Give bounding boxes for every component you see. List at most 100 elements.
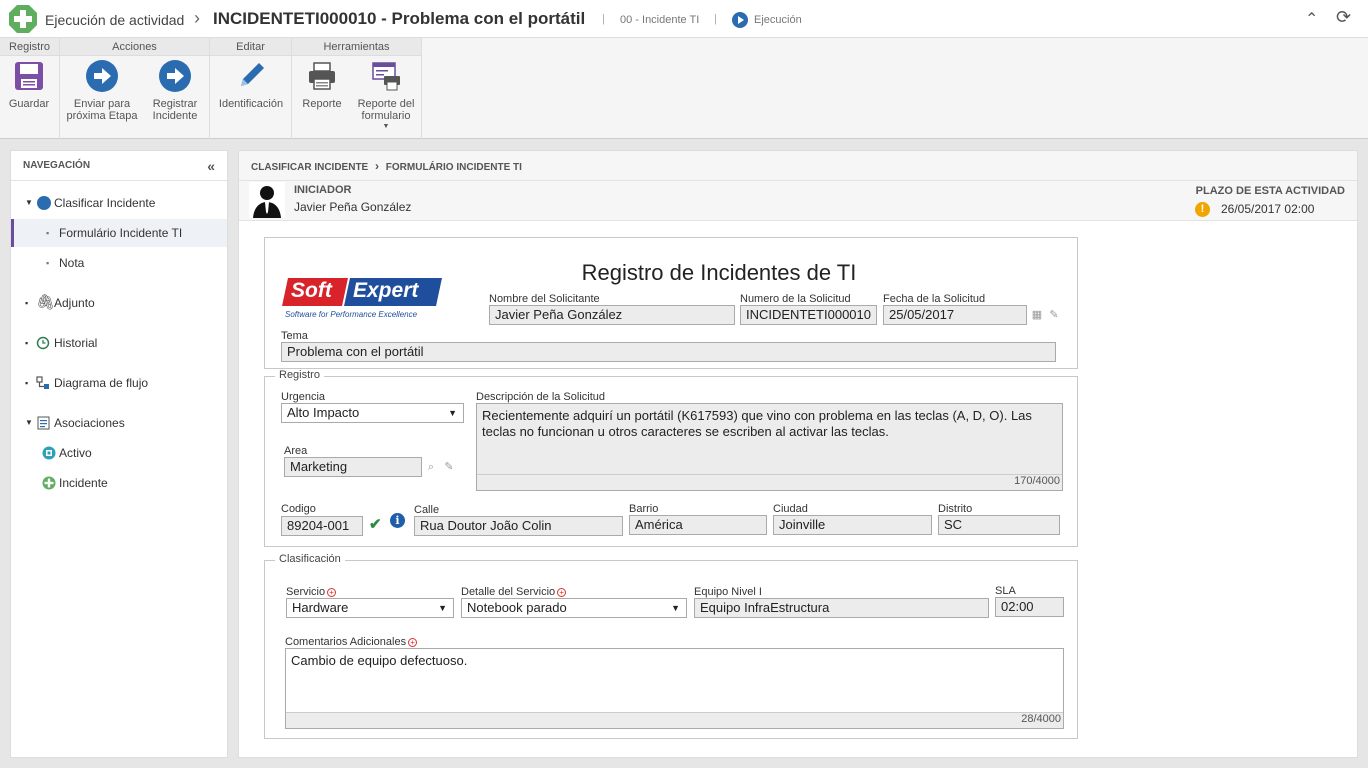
nav-item-label: Incidente xyxy=(59,476,108,490)
char-counter-bar xyxy=(286,712,1063,728)
nav-item-incident[interactable]: Incidente xyxy=(11,469,227,497)
register-incident-button[interactable]: Registrar Incidente xyxy=(142,60,208,122)
play-circle-icon xyxy=(37,196,51,210)
detail-value: Notebook parado xyxy=(467,600,567,615)
date-field[interactable]: 25/05/2017 xyxy=(883,305,1027,325)
subject-label: Tema xyxy=(281,330,308,342)
status-text: Ejecución xyxy=(754,14,802,26)
report-button[interactable]: Reporte xyxy=(294,60,350,110)
pencil-icon xyxy=(241,63,264,86)
team-field[interactable]: Equipo InfraEstructura xyxy=(694,598,989,618)
dropdown-caret-icon[interactable]: ▼ xyxy=(352,122,420,132)
urgency-select[interactable]: Alto Impacto ▼ xyxy=(281,403,464,423)
breadcrumb-step[interactable]: CLASIFICAR INCIDENTE xyxy=(251,162,368,173)
caret-down-icon[interactable]: ▼ xyxy=(25,189,33,217)
description-text: Recientemente adquirí un portátil (K6175… xyxy=(482,408,1032,439)
breadcrumb: CLASIFICAR INCIDENTE › FORMULÁRIO INCIDE… xyxy=(239,151,1357,181)
logo-soft-text: Soft xyxy=(291,279,332,302)
nav-item-asset[interactable]: Activo xyxy=(11,439,227,467)
send-label-line1: Enviar para xyxy=(73,98,131,110)
requester-label: Nombre del Solicitante xyxy=(489,293,600,305)
form-report-label-line2: formulario xyxy=(361,110,411,122)
process-name: 00 - Incidente TI xyxy=(620,14,700,26)
subject-field[interactable]: Problema con el portátil xyxy=(281,342,1056,362)
detail-select[interactable]: Notebook parado ▼ xyxy=(461,598,687,618)
service-select[interactable]: Hardware ▼ xyxy=(286,598,454,618)
floppy-disk-icon xyxy=(15,62,43,90)
toolbar-group-editar: Editar Identificación xyxy=(210,38,292,139)
navigation-title: NAVEGACIÓN xyxy=(23,160,91,171)
description-textarea[interactable]: Recientemente adquirí un portátil (K6175… xyxy=(476,403,1063,491)
refresh-icon[interactable]: ⟳ xyxy=(1336,7,1351,28)
send-next-step-button[interactable]: Enviar para próxima Etapa xyxy=(64,60,140,122)
calendar-icon[interactable]: ▦ xyxy=(1030,308,1044,322)
search-icon[interactable]: ⌕ xyxy=(424,460,438,474)
nav-item-form[interactable]: ▪ Formulário Incidente TI xyxy=(11,219,227,247)
initiator-name: Javier Peña González xyxy=(294,200,412,214)
code-field[interactable]: 89204-001 xyxy=(281,516,363,536)
collapse-up-icon[interactable]: ⌃ xyxy=(1305,9,1318,29)
paperclip-icon: 🖇 xyxy=(36,294,56,311)
city-field[interactable]: Joinville xyxy=(773,515,932,535)
service-label-text: Servicio xyxy=(286,586,326,598)
info-icon[interactable]: i xyxy=(390,513,405,528)
identification-button[interactable]: Identificación xyxy=(212,60,290,110)
area-label: Area xyxy=(284,445,308,457)
softexpert-logo: Soft Expert Software for Performance Exc… xyxy=(281,274,445,322)
chevron-right-icon: › xyxy=(375,159,380,173)
comments-textarea[interactable]: Cambio de equipo defectuoso. 28/4000 xyxy=(285,648,1064,729)
bullet-icon: ▪ xyxy=(46,228,50,238)
nav-item-associations[interactable]: ▼ Asociaciones xyxy=(11,409,227,437)
collapse-left-icon[interactable]: « xyxy=(207,151,215,181)
app-logo-icon xyxy=(9,5,37,33)
sla-label: SLA xyxy=(995,585,1016,597)
nav-item-flow-diagram[interactable]: ▪ Diagrama de flujo xyxy=(11,369,227,397)
sla-field[interactable]: 02:00 xyxy=(995,597,1064,617)
form-report-button[interactable]: Reporte del formulario ▼ xyxy=(352,60,420,132)
deadline-value: 26/05/2017 02:00 xyxy=(1221,202,1315,216)
district-field[interactable]: América xyxy=(629,515,767,535)
requester-field[interactable]: Javier Peña González xyxy=(489,305,735,325)
detail-label: Detalle del Servicio + xyxy=(461,586,567,598)
nav-item-label: Asociaciones xyxy=(54,416,125,430)
clear-eraser-icon[interactable]: ✎ xyxy=(442,460,456,474)
required-icon: + xyxy=(557,588,567,597)
app-title: Ejecución de actividad xyxy=(45,12,185,28)
district-label: Barrio xyxy=(629,503,659,515)
initiator-bar: INICIADOR Javier Peña González PLAZO DE … xyxy=(239,181,1357,221)
form-title-text: Registro de Incidentes de TI xyxy=(581,260,857,285)
nav-item-attachment[interactable]: ▪ 🖇 Adjunto xyxy=(11,289,227,317)
state-field[interactable]: SC xyxy=(938,515,1060,535)
area-field[interactable]: Marketing xyxy=(284,457,422,477)
incident-icon xyxy=(42,476,56,490)
team-label: Equipo Nivel I xyxy=(694,586,762,598)
clasificacion-legend: Clasificación xyxy=(275,553,345,565)
register-label-line1: Registrar xyxy=(152,98,198,110)
toolbar-group-acciones: Acciones Enviar para próxima Etapa Regis… xyxy=(60,38,210,139)
bullet-icon: ▪ xyxy=(25,298,29,308)
detail-label-text: Detalle del Servicio xyxy=(461,586,556,598)
bullet-icon: ▪ xyxy=(25,378,29,388)
send-label-line2: próxima Etapa xyxy=(66,110,138,122)
clear-eraser-icon[interactable]: ✎ xyxy=(1047,308,1061,322)
street-field[interactable]: Rua Doutor João Colin xyxy=(414,516,623,536)
number-field[interactable]: INCIDENTETI000010 xyxy=(740,305,877,325)
city-label: Ciudad xyxy=(773,503,808,515)
history-clock-icon xyxy=(36,336,50,350)
nav-item-history[interactable]: ▪ Historial xyxy=(11,329,227,357)
save-button[interactable]: Guardar xyxy=(0,60,58,110)
app-header: Ejecución de actividad › INCIDENTETI0000… xyxy=(0,0,1368,38)
toolbar-group-herramientas: Herramientas Reporte Reporte del formula xyxy=(292,38,422,139)
toolbar: Registro Guardar Acciones Enviar para pr… xyxy=(0,38,1368,139)
code-label: Codigo xyxy=(281,503,316,515)
description-char-count: 170/4000 xyxy=(1014,475,1060,487)
toolbar-group-registro: Registro Guardar xyxy=(0,38,60,139)
chevron-down-icon: ▼ xyxy=(438,603,447,613)
divider: | xyxy=(602,13,605,25)
comments-label: Comentarios Adicionales + xyxy=(285,636,418,648)
breadcrumb-form: FORMULÁRIO INCIDENTE TI xyxy=(385,162,522,173)
nav-item-note[interactable]: ▪ Nota xyxy=(11,249,227,277)
caret-down-icon[interactable]: ▼ xyxy=(25,409,33,437)
check-icon: ✔ xyxy=(369,516,382,533)
nav-item-classify[interactable]: ▼ Clasificar Incidente xyxy=(11,189,227,217)
